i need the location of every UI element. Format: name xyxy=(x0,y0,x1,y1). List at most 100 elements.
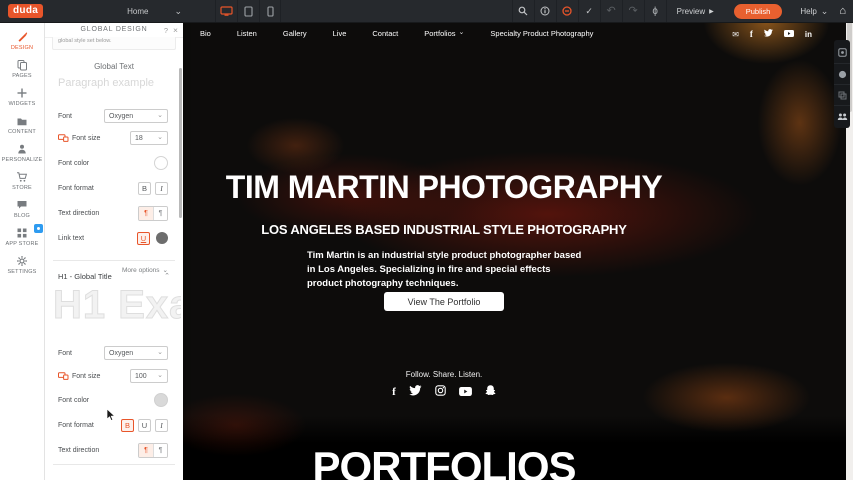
direction-ltr-button[interactable]: ¶ xyxy=(139,444,153,457)
font-label: Font xyxy=(58,350,72,357)
design-brush-icon xyxy=(16,31,28,43)
view-portfolio-button[interactable]: View The Portfolio xyxy=(384,292,504,311)
text-direction-label: Text direction xyxy=(58,210,99,217)
portfolios-section-heading[interactable]: PORTFOLIOS xyxy=(183,443,705,480)
status-icon[interactable] xyxy=(556,0,578,22)
sidebar-item-blog[interactable]: BLOG xyxy=(0,195,44,223)
sidebar-item-label: STORE xyxy=(12,185,32,191)
sections-icon[interactable] xyxy=(834,84,850,105)
link-text-label: Link text xyxy=(58,235,84,242)
sidebar-item-pages[interactable]: PAGES xyxy=(0,55,44,83)
sidebar-item-content[interactable]: CONTENT xyxy=(0,111,44,139)
mouse-cursor xyxy=(106,409,116,427)
h1-font-color-swatch[interactable] xyxy=(154,393,168,407)
h1-font-select[interactable]: Oxygen ⌄ xyxy=(104,346,168,360)
comments-icon[interactable] xyxy=(834,63,850,84)
nav-item-portfolios-label: Portfolios xyxy=(424,29,455,38)
hero-body-text[interactable]: Tim Martin is an industrial style produc… xyxy=(307,249,583,291)
hero-title[interactable]: TIM MARTIN PHOTOGRAPHY xyxy=(183,169,705,206)
sidebar-item-widgets[interactable]: WIDGETS xyxy=(0,83,44,111)
font-size-select[interactable]: 18 ⌄ xyxy=(130,131,168,145)
linkedin-icon[interactable]: in xyxy=(805,30,812,39)
direction-ltr-button[interactable]: ¶ xyxy=(139,207,153,220)
panel-scrollbar[interactable] xyxy=(179,68,182,218)
redo-icon[interactable]: ↷ xyxy=(622,0,644,22)
nav-item-live[interactable]: Live xyxy=(320,29,360,38)
saved-check-icon: ✓ xyxy=(578,0,600,22)
device-desktop-button[interactable] xyxy=(215,0,237,22)
bold-button[interactable]: B xyxy=(138,182,151,195)
nav-item-contact[interactable]: Contact xyxy=(359,29,411,38)
undo-icon[interactable]: ↶ xyxy=(600,0,622,22)
instagram-icon[interactable] xyxy=(435,383,446,401)
panel-header: GLOBAL DESIGN ? × xyxy=(45,22,183,38)
collaborators-icon[interactable] xyxy=(834,105,850,126)
font-format-label: Font format xyxy=(58,185,94,192)
panel-close-icon[interactable]: × xyxy=(173,25,178,35)
youtube-icon[interactable] xyxy=(784,30,794,39)
paragraph-example-preview: Paragraph example xyxy=(58,77,154,89)
panel-help-icon[interactable]: ? xyxy=(164,26,168,35)
font-size-row: Font size 18 ⌄ xyxy=(58,130,168,146)
youtube-icon[interactable] xyxy=(459,383,472,401)
twitter-icon[interactable] xyxy=(764,29,773,39)
editor-sidebar: DESIGN PAGES WIDGETS CONTENT PERSONALIZE… xyxy=(0,22,45,480)
direction-rtl-button[interactable]: ¶ xyxy=(153,207,167,220)
panel-divider xyxy=(53,464,175,465)
page-selector-dropdown[interactable]: Home ⌄ xyxy=(127,7,197,16)
device-tablet-button[interactable] xyxy=(237,0,259,22)
device-mobile-button[interactable] xyxy=(259,0,281,22)
font-color-swatch[interactable] xyxy=(154,156,168,170)
font-select[interactable]: Oxygen ⌄ xyxy=(104,109,168,123)
link-color-swatch[interactable] xyxy=(156,232,168,244)
italic-button[interactable]: I xyxy=(155,182,168,195)
site-preview-canvas[interactable]: Bio Listen Gallery Live Contact Portfoli… xyxy=(183,22,846,480)
publish-button[interactable]: Publish xyxy=(734,4,783,19)
search-icon[interactable] xyxy=(512,0,534,22)
facebook-icon[interactable]: f xyxy=(392,386,396,398)
italic-button[interactable]: I xyxy=(155,419,168,432)
help-dropdown[interactable]: Help ⌄ xyxy=(792,7,836,16)
nav-item-portfolios[interactable]: Portfolios ⌄ xyxy=(411,29,477,38)
sidebar-item-design[interactable]: DESIGN xyxy=(0,27,44,55)
nav-item-listen[interactable]: Listen xyxy=(224,29,270,38)
hero-social-row: f xyxy=(183,383,705,401)
h1-example-preview: H1 Example xyxy=(53,280,181,332)
info-icon[interactable] xyxy=(534,0,556,22)
sidebar-item-app-store[interactable]: APP STORE xyxy=(0,223,44,251)
bold-button[interactable]: B xyxy=(121,419,134,432)
play-icon: ▶ xyxy=(709,8,714,15)
direction-rtl-button[interactable]: ¶ xyxy=(153,444,167,457)
twitter-icon[interactable] xyxy=(409,383,422,401)
sidebar-item-label: PERSONALIZE xyxy=(2,157,43,163)
h1-font-color-row: Font color xyxy=(58,392,168,408)
nav-item-specialty[interactable]: Specialty Product Photography xyxy=(477,29,606,38)
dashboard-home-icon[interactable]: ⌂ xyxy=(839,5,846,17)
panel-title: GLOBAL DESIGN xyxy=(45,26,183,33)
sidebar-item-label: BLOG xyxy=(14,213,30,219)
h1-font-size-select[interactable]: 100 ⌄ xyxy=(130,369,168,383)
link-text-row: Link text U xyxy=(58,230,168,246)
duda-logo[interactable]: duda xyxy=(8,4,43,18)
editor-topbar: duda Home ⌄ ✓ ↶ ↷ ɸ xyxy=(0,0,853,23)
dev-mode-icon[interactable]: ɸ xyxy=(644,0,666,22)
sidebar-item-settings[interactable]: SETTINGS xyxy=(0,251,44,279)
mail-icon[interactable]: ✉ xyxy=(732,30,739,39)
sidebar-item-personalize[interactable]: PERSONALIZE xyxy=(0,139,44,167)
widgets-plus-icon xyxy=(16,87,28,99)
snapchat-icon[interactable] xyxy=(485,383,496,401)
global-text-heading: Global Text xyxy=(45,62,183,71)
font-label: Font xyxy=(58,113,72,120)
facebook-icon[interactable]: f xyxy=(750,29,753,39)
nav-item-gallery[interactable]: Gallery xyxy=(270,29,320,38)
nav-item-bio[interactable]: Bio xyxy=(187,29,224,38)
capture-icon[interactable] xyxy=(834,42,850,63)
panel-info-note: global style set below. xyxy=(52,37,176,50)
preview-button[interactable]: Preview ▶ xyxy=(666,0,724,22)
h1-text-direction-row: Text direction ¶ ¶ xyxy=(58,442,168,458)
sidebar-item-store[interactable]: STORE xyxy=(0,167,44,195)
underline-button[interactable]: U xyxy=(138,419,151,432)
hero-subtitle[interactable]: LOS ANGELES BASED INDUSTRIAL STYLE PHOTO… xyxy=(183,222,705,237)
panel-divider xyxy=(53,260,175,261)
link-underline-button[interactable]: U xyxy=(137,232,150,245)
